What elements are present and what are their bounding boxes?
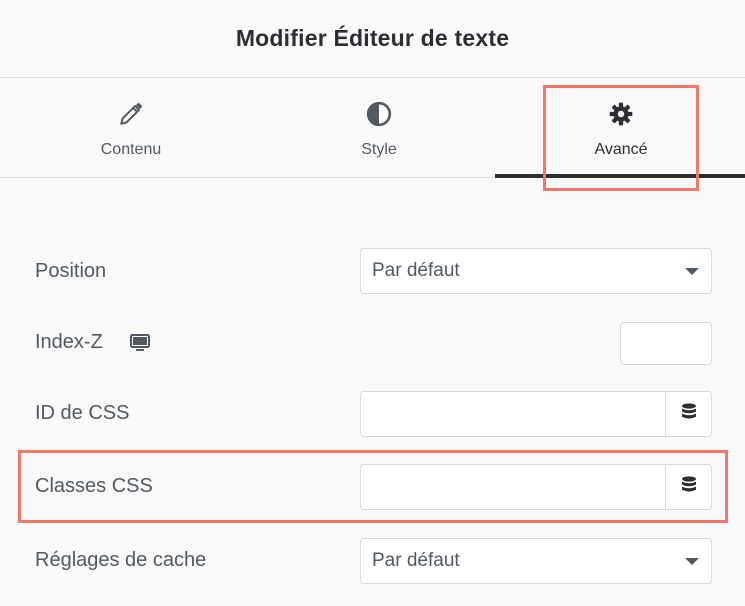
zindex-label: Index-Z [35,331,103,353]
cache-select[interactable]: Par défaut [360,538,712,584]
caret-down-icon [685,268,699,275]
panel-title: Modifier Éditeur de texte [235,25,510,51]
pencil-icon [118,101,144,127]
position-label: Position [35,260,107,282]
css-classes-highlight-box [18,450,728,523]
zindex-input[interactable] [620,322,712,365]
caret-down-icon [685,558,699,565]
database-icon [681,402,697,426]
tab-style[interactable]: Style [255,78,503,178]
position-value: Par défaut [372,260,460,281]
cache-label: Réglages de cache [35,549,207,571]
desktop-icon[interactable] [130,334,150,357]
tab-contenu[interactable]: Contenu [7,78,255,178]
tab-label: Contenu [100,141,162,158]
css-id-dynamic-tags-button[interactable] [665,391,712,437]
position-select[interactable]: Par défaut [360,248,712,294]
contrast-icon [366,101,392,127]
cache-value: Par défaut [372,550,460,571]
tab-label: Style [361,141,397,158]
tab-highlight-box [543,85,699,191]
panel-header: Modifier Éditeur de texte [0,0,745,78]
css-id-label: ID de CSS [35,402,130,424]
css-id-input[interactable] [360,391,666,437]
